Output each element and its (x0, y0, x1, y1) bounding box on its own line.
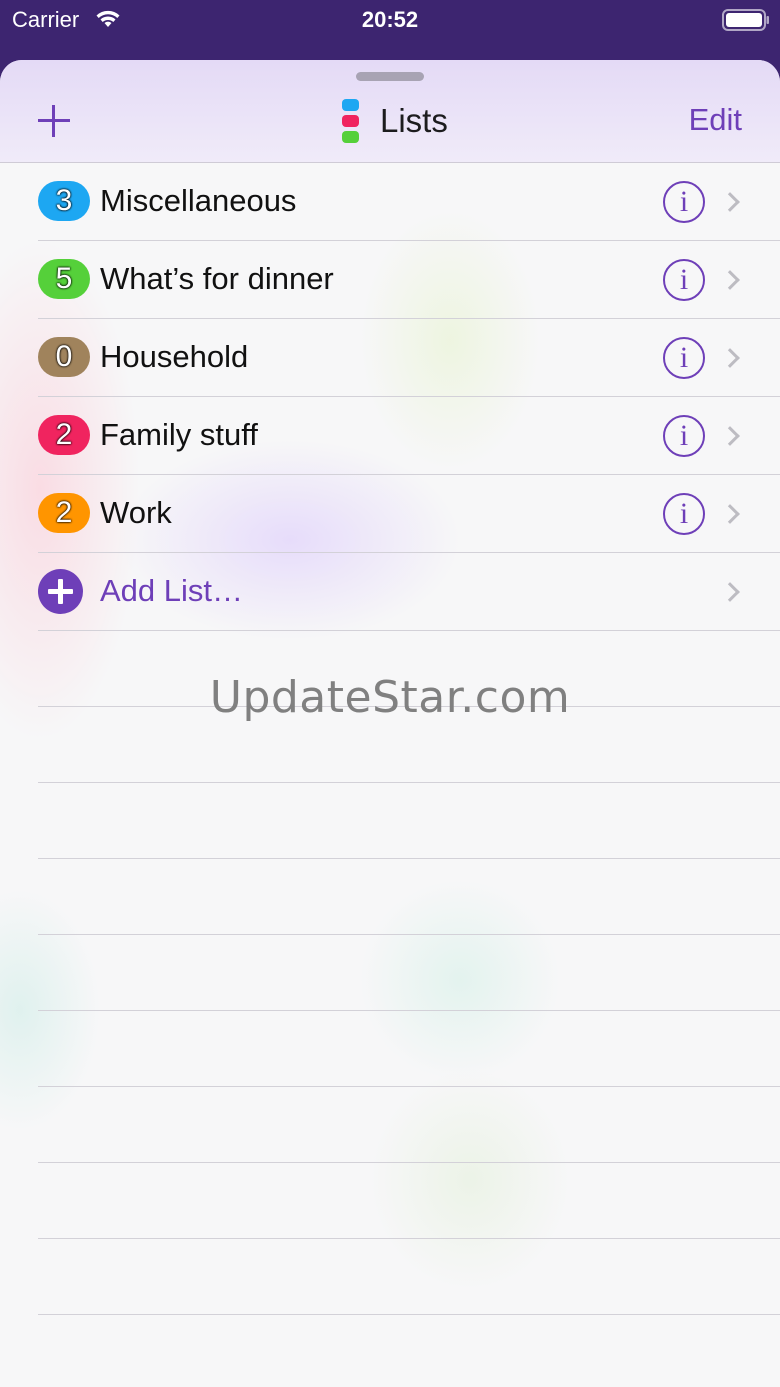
page-title: Lists (380, 102, 448, 139)
chevron-right-icon (720, 192, 740, 212)
battery-icon (722, 9, 769, 31)
logo-dot-green (342, 131, 359, 143)
logo-dot-blue (342, 99, 359, 111)
chevron-right-icon (720, 426, 740, 446)
info-icon[interactable]: i (663, 493, 705, 535)
list-name: What’s for dinner (100, 261, 334, 296)
status-bar: Carrier 20:52 (0, 0, 780, 60)
empty-row (0, 1011, 780, 1087)
lists-logo-icon (342, 99, 360, 143)
lists-sheet: Lists Edit 3 Miscellaneous i 5 What’s fo… (0, 60, 780, 1387)
list-name: Family stuff (100, 417, 258, 452)
title-group: Lists (342, 98, 448, 144)
list-row[interactable]: 2 Work i (0, 475, 780, 553)
chevron-right-icon (720, 504, 740, 524)
list-name: Miscellaneous (100, 183, 297, 218)
info-icon[interactable]: i (663, 415, 705, 457)
info-icon[interactable]: i (663, 337, 705, 379)
plus-circle-icon (38, 569, 83, 614)
add-list-plus-icon[interactable] (34, 102, 74, 142)
item-count-badge: 0 (38, 337, 90, 377)
empty-row (0, 783, 780, 859)
list-name: Household (100, 339, 249, 374)
navigation-bar: Lists Edit (0, 60, 780, 163)
empty-row (0, 935, 780, 1011)
item-count-badge: 3 (38, 181, 90, 221)
list-name: Work (100, 495, 172, 530)
item-count-badge: 2 (38, 493, 90, 533)
watermark-text: UpdateStar.com (209, 672, 571, 723)
clock: 20:52 (361, 7, 419, 32)
item-count-badge: 2 (38, 415, 90, 455)
list-row[interactable]: 3 Miscellaneous i (0, 163, 780, 241)
empty-row (0, 859, 780, 935)
empty-row (0, 1163, 780, 1239)
empty-row (0, 1087, 780, 1163)
edit-button[interactable]: Edit (689, 102, 742, 138)
sheet-grabber-handle[interactable] (356, 72, 424, 81)
item-count-badge: 5 (38, 259, 90, 299)
list-row[interactable]: 0 Household i (0, 319, 780, 397)
add-list-label: Add List… (100, 573, 244, 608)
chevron-right-icon (720, 270, 740, 290)
chevron-right-icon (720, 348, 740, 368)
empty-row (0, 1239, 780, 1315)
lists-table: 3 Miscellaneous i 5 What’s for dinner i … (0, 163, 780, 1315)
list-row[interactable]: 2 Family stuff i (0, 397, 780, 475)
add-list-row[interactable]: Add List… (0, 553, 780, 631)
info-icon[interactable]: i (663, 259, 705, 301)
chevron-right-icon (720, 582, 740, 602)
info-icon[interactable]: i (663, 181, 705, 223)
logo-dot-pink (342, 115, 359, 127)
list-row[interactable]: 5 What’s for dinner i (0, 241, 780, 319)
